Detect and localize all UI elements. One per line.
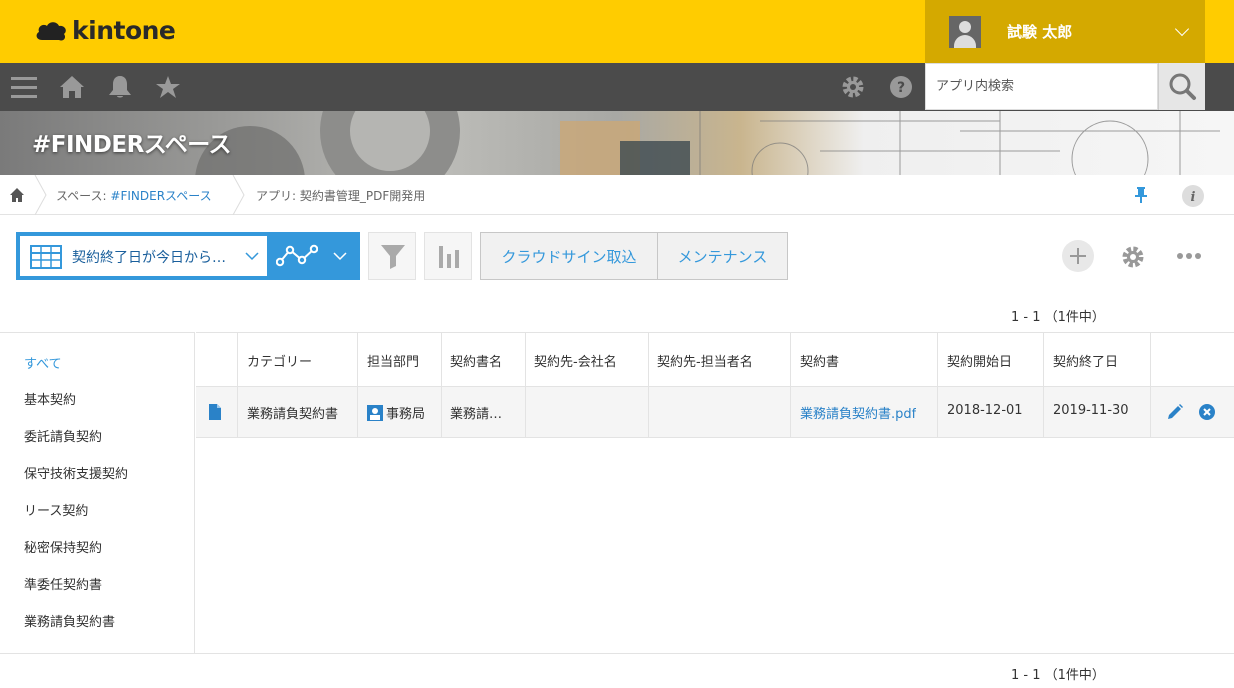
user-name: 試験 太郎 — [1007, 23, 1073, 41]
cell-file-link[interactable]: 業務請負契約書.pdf — [800, 403, 916, 422]
cell-category: 業務請負契約書 — [247, 407, 339, 422]
category-item[interactable]: 基本契約 — [24, 389, 76, 408]
pin-icon[interactable] — [1133, 186, 1149, 204]
plus-icon — [1070, 248, 1086, 264]
category-item[interactable]: 準委任契約書 — [24, 574, 102, 593]
cloud-logo-icon — [36, 21, 66, 41]
gear-icon[interactable] — [840, 75, 866, 99]
maintenance-button[interactable]: メンテナンス — [657, 232, 788, 280]
category-item[interactable]: 秘密保持契約 — [24, 537, 102, 556]
column-header-contract-name[interactable]: 契約書名 — [450, 351, 502, 370]
breadcrumb-separator — [34, 175, 47, 215]
column-header-department[interactable]: 担当部門 — [367, 351, 419, 370]
menu-icon[interactable] — [11, 75, 37, 99]
svg-text:i: i — [1191, 190, 1196, 205]
home-icon[interactable] — [9, 187, 25, 203]
toolbar: 契約終了日が今日から… クラウドサイン取込 メンテナンス — [0, 216, 1234, 296]
chevron-down-icon — [333, 252, 347, 261]
help-icon[interactable]: ? — [888, 75, 914, 99]
category-item[interactable]: 委託請負契約 — [24, 426, 102, 445]
app-search-input[interactable] — [925, 63, 1158, 110]
divider — [0, 653, 1234, 654]
cell-end-date: 2019-11-30 — [1053, 403, 1129, 418]
header-bar: kintone 試験 太郎 — [0, 0, 1234, 63]
category-item[interactable]: 保守技術支援契約 — [24, 463, 128, 482]
bell-icon[interactable] — [107, 75, 133, 99]
logo-text: kintone — [72, 16, 176, 45]
column-header-company[interactable]: 契約先-会社名 — [534, 351, 617, 370]
breadcrumb-app: アプリ: 契約書管理_PDF開発用 — [256, 189, 426, 203]
pagination-top: 1 - 1 （1件中） — [1011, 310, 1105, 325]
graph-view-button[interactable] — [268, 232, 360, 280]
column-header-category[interactable]: カテゴリー — [247, 351, 312, 370]
kintone-logo[interactable]: kintone — [34, 16, 176, 45]
svg-text:?: ? — [897, 80, 905, 96]
view-name: 契約終了日が今日から… — [72, 250, 226, 266]
cell-contract-name: 業務請… — [450, 407, 503, 422]
space-banner: #FINDERスペース — [0, 111, 1234, 175]
more-options-icon[interactable] — [1176, 251, 1202, 261]
record-detail-icon[interactable] — [209, 404, 221, 420]
category-item[interactable]: リース契約 — [24, 500, 88, 519]
breadcrumb-space[interactable]: スペース: #FINDERスペース — [56, 187, 212, 204]
column-header-file[interactable]: 契約書 — [800, 351, 839, 370]
record-table: カテゴリー 担当部門 契約書名 契約先-会社名 契約先-担当者名 契約書 契約開… — [196, 332, 1234, 438]
pagination-bottom: 1 - 1 （1件中） — [1011, 668, 1105, 683]
star-icon[interactable] — [155, 75, 181, 99]
cell-department: 事務局 — [386, 407, 426, 422]
column-header-start-date[interactable]: 契約開始日 — [947, 351, 1012, 370]
breadcrumb-separator — [232, 175, 245, 215]
add-record-button[interactable] — [1062, 240, 1094, 272]
breadcrumb: スペース: #FINDERスペース アプリ: 契約書管理_PDF開発用 i — [0, 175, 1234, 215]
column-header-contact[interactable]: 契約先-担当者名 — [657, 351, 753, 370]
table-row: 業務請負契約書 事務局 業務請… 業務請負契約書.pdf 2018-12-01 … — [196, 387, 1234, 438]
table-header-row: カテゴリー 担当部門 契約書名 契約先-会社名 契約先-担当者名 契約書 契約開… — [196, 333, 1234, 387]
cloudsign-import-button[interactable]: クラウドサイン取込 — [480, 232, 658, 280]
category-all[interactable]: すべて — [24, 353, 62, 372]
avatar — [949, 15, 981, 48]
filter-button[interactable] — [368, 232, 416, 280]
filter-icon — [381, 245, 405, 269]
gear-icon[interactable] — [1120, 244, 1146, 270]
search-icon — [1169, 73, 1196, 100]
category-sidebar: すべて 基本契約 委託請負契約 保守技術支援契約 リース契約 秘密保持契約 準委… — [0, 332, 195, 654]
edit-icon[interactable] — [1166, 403, 1184, 421]
user-menu[interactable]: 試験 太郎 — [925, 0, 1205, 63]
chevron-down-icon — [245, 252, 259, 261]
table-view-icon — [30, 245, 62, 269]
category-item[interactable]: 業務請負契約書 — [24, 611, 115, 630]
info-icon[interactable]: i — [1181, 184, 1205, 208]
breadcrumb-space-link[interactable]: #FINDERスペース — [110, 189, 211, 203]
delete-icon[interactable] — [1198, 403, 1216, 421]
cell-start-date: 2018-12-01 — [947, 403, 1023, 418]
space-title: #FINDERスペース — [32, 132, 232, 158]
bar-chart-icon — [439, 246, 459, 268]
graph-button[interactable] — [424, 232, 472, 280]
home-icon[interactable] — [59, 75, 85, 99]
column-header-end-date[interactable]: 契約終了日 — [1053, 351, 1118, 370]
chevron-down-icon — [1174, 21, 1190, 37]
organization-icon — [367, 405, 383, 421]
view-selector[interactable]: 契約終了日が今日から… — [16, 232, 269, 280]
search-button[interactable] — [1158, 63, 1205, 110]
graph-icon — [276, 244, 318, 267]
